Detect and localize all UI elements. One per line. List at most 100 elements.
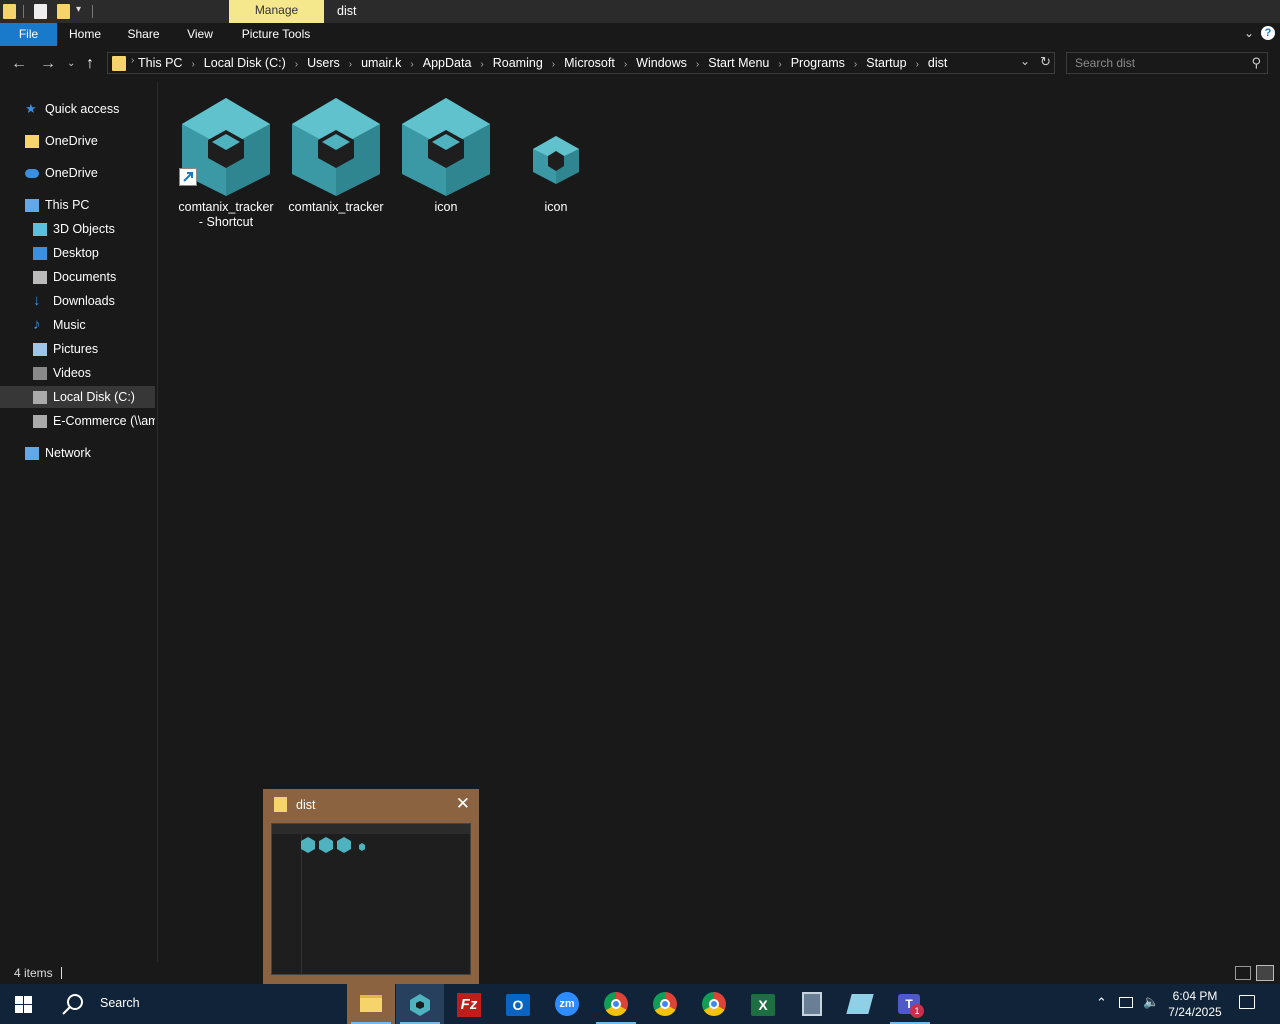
show-hidden-icons-icon[interactable]: ⌃ (1096, 995, 1107, 1011)
tab-share[interactable]: Share (121, 23, 166, 46)
new-folder-icon[interactable] (57, 4, 70, 19)
sidebar-item-onedrive[interactable]: OneDrive (0, 130, 155, 152)
sidebar-item-music[interactable]: ♪ Music (0, 314, 155, 336)
folder-icon[interactable] (3, 4, 16, 19)
breadcrumb-item[interactable]: Windows (636, 56, 687, 70)
chevron-right-icon[interactable]: › (131, 55, 134, 66)
tab-file[interactable]: File (0, 23, 57, 46)
help-icon[interactable]: ? (1261, 26, 1275, 40)
sidebar-item-quick-access[interactable]: ★ Quick access (0, 98, 155, 120)
sidebar-item-network[interactable]: Network (0, 442, 155, 464)
chrome-taskbar-button-2[interactable] (641, 984, 689, 1024)
search-box[interactable]: ⚲ (1066, 52, 1268, 74)
file-item[interactable]: icon (501, 96, 611, 214)
chevron-right-icon[interactable]: › (854, 59, 857, 70)
excel-taskbar-button[interactable]: X (739, 984, 787, 1024)
refresh-icon[interactable]: ↻ (1040, 54, 1051, 70)
search-icon[interactable]: ⚲ (1251, 55, 1261, 71)
manage-tab[interactable]: Manage (229, 0, 324, 23)
sidebar-item-e-commerce-am[interactable]: E-Commerce (\\am (0, 410, 155, 432)
search-icon (62, 994, 83, 1015)
recent-locations-icon[interactable]: ⌄ (67, 58, 75, 69)
network-icon (25, 447, 39, 460)
tab-home[interactable]: Home (62, 23, 108, 46)
chevron-right-icon[interactable]: › (778, 59, 781, 70)
network-icon[interactable] (1119, 997, 1133, 1008)
item-count: 4 items (14, 966, 53, 980)
tab-view[interactable]: View (180, 23, 220, 46)
up-arrow-icon[interactable]: ↑ (86, 55, 94, 73)
volume-icon[interactable]: 🔈 (1143, 994, 1159, 1010)
notifications-icon[interactable] (1239, 995, 1255, 1009)
sidebar-item-this-pc[interactable]: This PC (0, 194, 155, 216)
back-arrow-icon[interactable]: ← (11, 55, 27, 73)
sidebar-item-pictures[interactable]: Pictures (0, 338, 155, 360)
filezilla-taskbar-button[interactable]: Fz (445, 984, 493, 1024)
sidebar-item-3d-objects[interactable]: 3D Objects (0, 218, 155, 240)
outlook-taskbar-button[interactable]: O (494, 984, 542, 1024)
breadcrumb-item[interactable]: Start Menu (708, 56, 769, 70)
calculator-taskbar-button[interactable] (788, 984, 836, 1024)
chevron-right-icon[interactable]: › (295, 59, 298, 70)
breadcrumb-item[interactable]: Programs (791, 56, 845, 70)
close-icon[interactable]: ✕ (456, 794, 470, 814)
sidebar-item-onedrive[interactable]: OneDrive (0, 162, 155, 184)
separator (61, 967, 62, 979)
shortcut-arrow-icon (179, 168, 197, 186)
zoom-taskbar-button[interactable]: zm (543, 984, 591, 1024)
customize-qat-icon[interactable]: ▾ (76, 4, 81, 15)
breadcrumb-item[interactable]: Local Disk (C:) (204, 56, 286, 70)
address-bar[interactable]: › This PC › Local Disk (C:) › Users › umair.k ›… (107, 52, 1055, 74)
teams-taskbar-button[interactable]: T 1 (886, 984, 934, 1024)
sidebar-item-videos[interactable]: Videos (0, 362, 155, 384)
breadcrumb-item[interactable]: dist (928, 56, 947, 70)
properties-icon[interactable] (34, 4, 47, 19)
taskbar-thumbnail-preview[interactable]: dist ✕ (263, 789, 479, 984)
sidebar-item-label: Local Disk (C:) (53, 390, 135, 404)
chrome-taskbar-button-1[interactable] (592, 984, 640, 1024)
start-button[interactable] (0, 984, 48, 1024)
search-input[interactable] (1067, 53, 1242, 73)
chevron-right-icon[interactable]: › (696, 59, 699, 70)
clock[interactable]: 6:04 PM 7/24/2025 (1160, 988, 1230, 1020)
file-explorer-taskbar-button[interactable] (347, 984, 395, 1024)
details-view-icon[interactable] (1235, 966, 1251, 980)
chrome-taskbar-button-3[interactable] (690, 984, 738, 1024)
taskbar-search[interactable]: Search (48, 984, 347, 1024)
file-item[interactable]: comtanix_tracker - Shortcut (171, 96, 281, 229)
chevron-down-icon[interactable]: ⌄ (1244, 26, 1254, 40)
file-item[interactable]: icon (391, 96, 501, 214)
sidebar-item-documents[interactable]: Documents (0, 266, 155, 288)
tab-picture-tools[interactable]: Picture Tools (236, 23, 316, 46)
document-icon (33, 271, 47, 284)
forward-arrow-icon[interactable]: → (40, 55, 56, 73)
sidebar-item-downloads[interactable]: ↓ Downloads (0, 290, 155, 312)
chevron-right-icon[interactable]: › (410, 59, 413, 70)
title-bar: ▾ Manage dist (0, 0, 1280, 23)
chevron-right-icon[interactable]: › (191, 59, 194, 70)
breadcrumb-item[interactable]: Users (307, 56, 340, 70)
chevron-right-icon[interactable]: › (552, 59, 555, 70)
breadcrumb-item[interactable]: Microsoft (564, 56, 615, 70)
folder-icon (25, 135, 39, 148)
download-icon: ↓ (33, 292, 41, 309)
chevron-right-icon[interactable]: › (480, 59, 483, 70)
chevron-right-icon[interactable]: › (624, 59, 627, 70)
breadcrumb-item[interactable]: umair.k (361, 56, 401, 70)
breadcrumb-item[interactable]: This PC (138, 56, 182, 70)
app-taskbar-button[interactable] (837, 984, 885, 1024)
chevron-down-icon[interactable]: ⌄ (1020, 54, 1030, 68)
chevron-right-icon[interactable]: › (916, 59, 919, 70)
window-thumbnail[interactable] (271, 823, 471, 975)
file-label: icon (434, 200, 458, 214)
chevron-right-icon[interactable]: › (349, 59, 352, 70)
sidebar-item-desktop[interactable]: Desktop (0, 242, 155, 264)
cube-icon (33, 223, 47, 236)
breadcrumb-item[interactable]: Roaming (493, 56, 543, 70)
sidebar-item-local-disk-c[interactable]: Local Disk (C:) (0, 386, 155, 408)
breadcrumb-item[interactable]: AppData (423, 56, 472, 70)
breadcrumb-item[interactable]: Startup (866, 56, 906, 70)
comtanix-tracker-taskbar-button[interactable] (396, 984, 444, 1024)
large-icons-view-icon[interactable] (1256, 965, 1274, 981)
file-item[interactable]: comtanix_tracker (281, 96, 391, 214)
